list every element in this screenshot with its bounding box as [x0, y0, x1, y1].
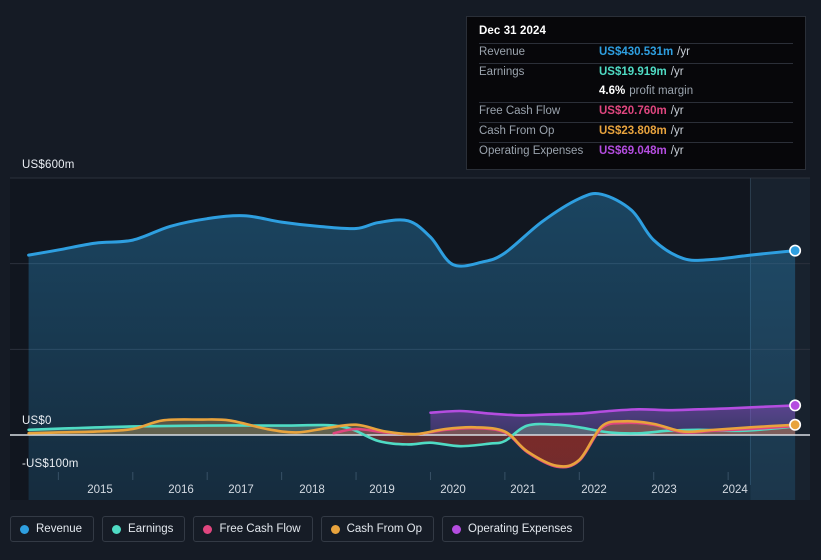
legend-dot-operating-expenses: [452, 524, 462, 534]
legend-dot-revenue: [20, 524, 29, 534]
x-axis-label-2017: 2017: [228, 484, 254, 496]
chart-legend: Revenue Earnings Free Cash Flow Cash Fro…: [10, 516, 585, 542]
tooltip-value-profit-margin: 4.6%: [599, 85, 626, 97]
tooltip-value-earnings: US$19.919m: [599, 66, 667, 78]
tooltip-text-profit-margin: profit margin: [629, 85, 694, 97]
x-axis-label-2022: 2022: [581, 484, 607, 496]
tooltip-unit-revenue: /yr: [677, 46, 690, 58]
tooltip-label-operating-expenses: Operating Expenses: [479, 145, 584, 157]
legend-dot-free-cash-flow: [203, 524, 213, 534]
x-axis-label-2018: 2018: [299, 484, 325, 496]
tooltip-unit-cash-from-op: /yr: [670, 125, 684, 137]
data-tooltip: Dec 31 2024 Revenue US$430.531m /yr Earn…: [466, 16, 806, 170]
tooltip-label-earnings: Earnings: [479, 66, 525, 78]
tooltip-row-revenue: Revenue US$430.531m /yr: [479, 43, 793, 63]
legend-label-free-cash-flow: Free Cash Flow: [219, 523, 301, 535]
legend-label-earnings: Earnings: [128, 523, 174, 535]
x-axis-label-2020: 2020: [440, 484, 466, 496]
x-axis-label-2023: 2023: [651, 484, 677, 496]
tooltip-value-operating-expenses: US$69.048m: [599, 145, 667, 157]
legend-item-free-cash-flow[interactable]: Free Cash Flow: [193, 516, 313, 542]
legend-item-cash-from-op[interactable]: Cash From Op: [320, 516, 435, 542]
tooltip-unit-free-cash-flow: /yr: [670, 105, 684, 117]
legend-label-operating-expenses: Operating Expenses: [468, 523, 573, 535]
tooltip-value-revenue: US$430.531m: [599, 46, 674, 58]
legend-item-earnings[interactable]: Earnings: [102, 516, 186, 542]
legend-item-revenue[interactable]: Revenue: [10, 516, 95, 542]
tooltip-label-free-cash-flow: Free Cash Flow: [479, 105, 561, 117]
x-axis-label-2021: 2021: [510, 484, 536, 496]
tooltip-row-earnings: Earnings US$19.919m /yr: [479, 63, 793, 83]
tooltip-unit-earnings: /yr: [670, 66, 684, 78]
x-axis-label-2015: 2015: [87, 484, 113, 496]
y-axis-label-600m: US$600m: [22, 159, 75, 171]
legend-item-operating-expenses[interactable]: Operating Expenses: [442, 516, 585, 542]
tooltip-label-revenue: Revenue: [479, 46, 526, 58]
tooltip-row-profit-margin: 4.6% profit margin: [479, 83, 793, 102]
x-axis-label-2016: 2016: [168, 484, 194, 496]
tooltip-row-operating-expenses: Operating Expenses US$69.048m /yr: [479, 142, 793, 162]
tooltip-value-free-cash-flow: US$20.760m: [599, 105, 667, 117]
financial-chart: US$600m US$0 -US$100m 2015 2016 2017 201…: [0, 0, 821, 560]
x-axis-label-2019: 2019: [369, 484, 395, 496]
tooltip-row-free-cash-flow: Free Cash Flow US$20.760m /yr: [479, 102, 793, 122]
y-axis-label-neg100m: -US$100m: [22, 458, 79, 470]
legend-dot-cash-from-op: [330, 524, 340, 534]
legend-label-cash-from-op: Cash From Op: [346, 523, 423, 535]
tooltip-value-cash-from-op: US$23.808m: [599, 125, 667, 137]
tooltip-unit-operating-expenses: /yr: [670, 145, 684, 157]
tooltip-row-cash-from-op: Cash From Op US$23.808m /yr: [479, 122, 793, 142]
y-axis-label-zero: US$0: [22, 415, 52, 427]
legend-dot-earnings: [112, 524, 122, 534]
legend-label-revenue: Revenue: [36, 523, 83, 535]
x-axis-label-2024: 2024: [722, 484, 748, 496]
tooltip-label-cash-from-op: Cash From Op: [479, 125, 555, 137]
tooltip-date: Dec 31 2024: [479, 25, 546, 37]
